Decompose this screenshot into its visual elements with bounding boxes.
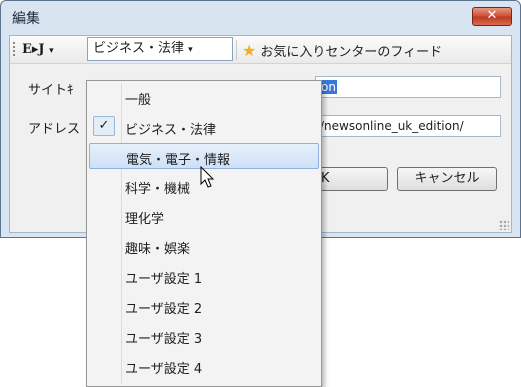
address-input[interactable]: /newsonline_uk_edition/ <box>315 115 501 137</box>
menu-item-label: ビジネス・法律 <box>125 123 217 138</box>
menu-item-user-setting-2[interactable]: ユーザ設定 2 <box>89 293 319 319</box>
site-name-input[interactable]: on <box>315 76 501 98</box>
mouse-cursor-icon <box>200 166 215 188</box>
ej-label: E▸J <box>22 42 45 57</box>
menu-item-general[interactable]: 一般 <box>89 84 319 110</box>
title-bar: 編集 ✕ <box>1 1 520 35</box>
toolbar-separator <box>236 40 237 60</box>
menu-item-hobby-entertainment[interactable]: 趣味・娯楽 <box>89 233 319 259</box>
menu-item-business-law[interactable]: ✓ ビジネス・法律 <box>89 114 319 140</box>
category-dropdown[interactable]: ビジネス・法律 ▾ <box>87 37 233 61</box>
favorites-center-feed-button[interactable]: ★ お気に入りセンターのフィード <box>242 41 442 60</box>
site-name-label: サイトｷ <box>28 83 74 98</box>
address-value: /newsonline_uk_edition/ <box>320 119 464 133</box>
cancel-label: キャンセル <box>414 171 480 186</box>
address-label: アドレス <box>28 122 81 137</box>
cancel-button[interactable]: キャンセル <box>397 167 497 191</box>
menu-item-user-setting-3[interactable]: ユーザ設定 3 <box>89 323 319 349</box>
menu-item-physics-chemistry[interactable]: 理化学 <box>89 203 319 229</box>
favorites-label: お気に入りセンターのフィード <box>260 45 443 60</box>
menu-item-label: ユーザ設定 2 <box>125 302 203 317</box>
category-value: ビジネス・法律 <box>93 41 185 56</box>
check-icon: ✓ <box>93 116 115 136</box>
toolbar: E▸J ▾ ビジネス・法律 ▾ ★ お気に入りセンターのフィード <box>10 36 511 64</box>
menu-item-label: 科学・機械 <box>125 182 191 197</box>
resize-grip-icon[interactable] <box>499 220 509 230</box>
star-icon: ★ <box>242 41 257 60</box>
chevron-down-icon: ▾ <box>188 45 193 55</box>
menu-item-label: 一般 <box>125 93 152 108</box>
menu-item-user-setting-4[interactable]: ユーザ設定 4 <box>89 353 319 379</box>
menu-item-label: ユーザ設定 3 <box>125 332 203 347</box>
menu-item-label: 理化学 <box>125 212 165 227</box>
category-menu: 一般 ✓ ビジネス・法律 電気・電子・情報 科学・機械 理化学 趣味・娯楽 ユー… <box>86 80 322 387</box>
toolbar-grip-icon[interactable] <box>13 42 15 58</box>
menu-item-label: 趣味・娯楽 <box>125 242 191 257</box>
menu-item-label: ユーザ設定 4 <box>125 362 203 377</box>
menu-item-label: ユーザ設定 1 <box>125 272 203 287</box>
menu-item-user-setting-1[interactable]: ユーザ設定 1 <box>89 263 319 289</box>
ej-dictionary-button[interactable]: E▸J ▾ <box>22 42 54 57</box>
chevron-down-icon: ▾ <box>49 46 54 56</box>
site-name-value: on <box>320 80 337 94</box>
close-button[interactable]: ✕ <box>472 7 512 26</box>
close-icon: ✕ <box>486 8 498 23</box>
dialog-title: 編集 <box>12 11 40 27</box>
ok-label: K <box>321 171 330 186</box>
